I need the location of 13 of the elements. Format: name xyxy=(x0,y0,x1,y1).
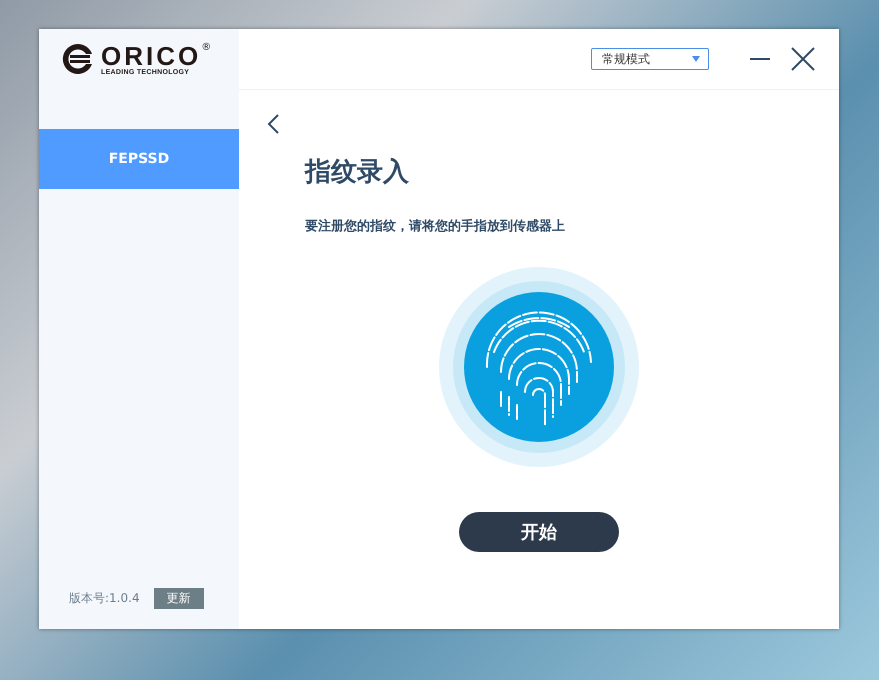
version-label: 版本号:1.0.4 xyxy=(69,590,140,607)
start-button[interactable]: 开始 xyxy=(459,512,619,552)
update-button[interactable]: 更新 xyxy=(154,588,204,609)
registered-mark: ® xyxy=(201,42,212,52)
fingerprint-icon xyxy=(439,267,639,467)
logo-icon xyxy=(61,43,95,75)
caret-icon xyxy=(692,56,700,62)
brand-name: ORICO xyxy=(101,42,202,68)
mode-select[interactable]: 常规模式 xyxy=(591,48,709,70)
instruction-text: 要注册您的指纹，请将您的手指放到传感器上 xyxy=(305,218,566,235)
back-icon[interactable] xyxy=(267,114,279,134)
close-icon[interactable] xyxy=(791,47,815,71)
page-title: 指纹录入 xyxy=(305,156,410,189)
